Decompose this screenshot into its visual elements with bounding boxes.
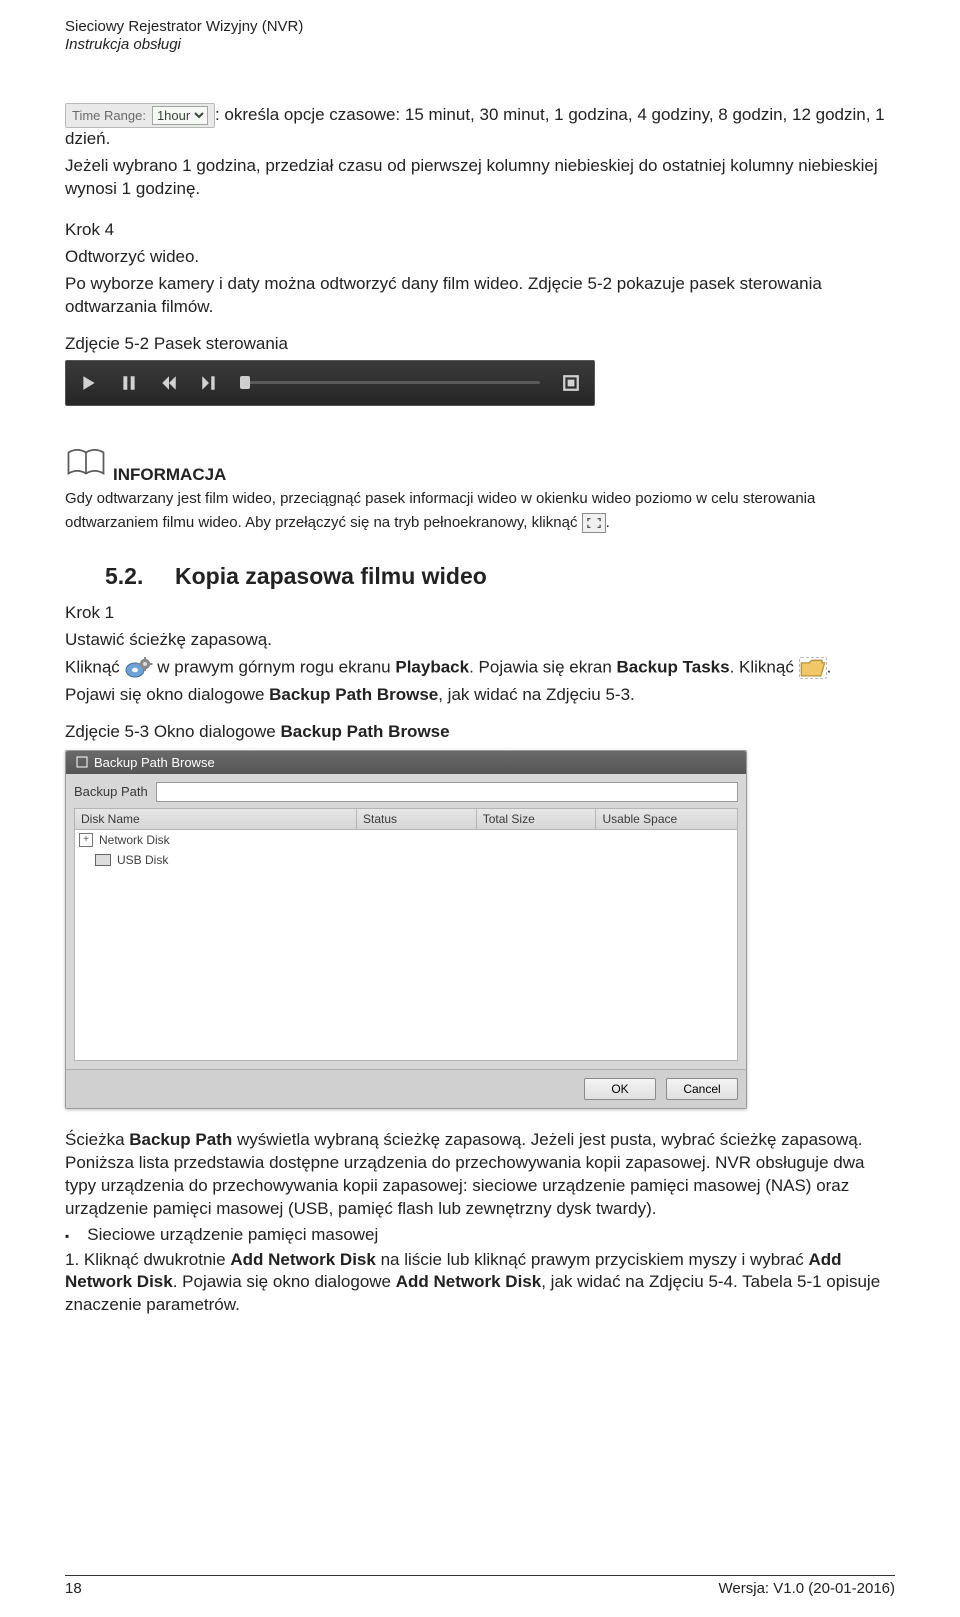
backup-gear-icon[interactable] bbox=[125, 656, 153, 680]
cancel-button[interactable]: Cancel bbox=[666, 1078, 738, 1100]
fullscreen-toggle-icon[interactable] bbox=[562, 374, 580, 392]
backup-path-label: Backup Path bbox=[74, 784, 148, 799]
disk-list: + Network Disk USB Disk bbox=[74, 830, 738, 1061]
step1-line-b: Kliknąć w prawym górnym rogu ekranu Play… bbox=[65, 656, 895, 680]
dialog-title-icon bbox=[76, 756, 88, 768]
folder-open-icon[interactable] bbox=[799, 657, 827, 679]
time-range-label: Time Range: bbox=[72, 107, 146, 125]
step1-line-c: Pojawi się okno dialogowe Backup Path Br… bbox=[65, 684, 895, 707]
bullet-nas: Sieciowe urządzenie pamięci masowej bbox=[65, 1225, 895, 1245]
info-line2: odtwarzaniem filmu wideo. Aby przełączyć… bbox=[65, 513, 895, 533]
time-options-paragraph: Time Range: 1hour : określa opcje czasow… bbox=[65, 103, 895, 151]
pause-icon[interactable] bbox=[120, 374, 138, 392]
step4-line-b: Po wyborze kamery i daty można odtworzyć… bbox=[65, 273, 895, 319]
step4-label: Krok 4 bbox=[65, 219, 895, 242]
version-string: Wersja: V1.0 (20-01-2016) bbox=[719, 1580, 895, 1597]
doc-header-title: Sieciowy Rejestrator Wizyjny (NVR) bbox=[65, 18, 895, 36]
dialog-titlebar: Backup Path Browse bbox=[66, 751, 746, 774]
col-status[interactable]: Status bbox=[357, 808, 477, 830]
backup-path-browse-dialog: Backup Path Browse Backup Path Disk Name… bbox=[65, 750, 747, 1109]
section-5-2-heading: 5.2.Kopia zapasowa filmu wideo bbox=[105, 563, 895, 590]
playback-control-bar bbox=[65, 360, 595, 406]
after-dialog-paragraph: Ścieżka Backup Path wyświetla wybraną śc… bbox=[65, 1129, 895, 1221]
backup-path-input[interactable] bbox=[156, 782, 738, 802]
step1-label: Krok 1 bbox=[65, 602, 895, 625]
usb-disk-icon bbox=[95, 854, 111, 866]
time-range-widget[interactable]: Time Range: 1hour bbox=[65, 103, 215, 128]
step-back-icon[interactable] bbox=[160, 374, 178, 392]
figure-5-3-caption: Zdjęcie 5-3 Okno dialogowe Backup Path B… bbox=[65, 721, 895, 744]
col-disk-name[interactable]: Disk Name bbox=[74, 808, 357, 830]
book-icon bbox=[65, 446, 107, 485]
volume-slider[interactable] bbox=[240, 381, 540, 384]
time-options-text-b: Jeżeli wybrano 1 godzina, przedział czas… bbox=[65, 155, 895, 201]
fullscreen-icon[interactable] bbox=[582, 513, 606, 533]
col-total-size[interactable]: Total Size bbox=[477, 808, 597, 830]
info-heading: INFORMACJA bbox=[113, 465, 226, 485]
step1-line-a: Ustawić ścieżkę zapasową. bbox=[65, 629, 895, 652]
numbered-step-1: 1. Kliknąć dwukrotnie Add Network Disk n… bbox=[65, 1249, 895, 1318]
ok-button[interactable]: OK bbox=[584, 1078, 656, 1100]
page-number: 18 bbox=[65, 1580, 82, 1597]
expander-icon[interactable]: + bbox=[79, 833, 93, 847]
list-item[interactable]: USB Disk bbox=[75, 850, 737, 870]
doc-header-subtitle: Instrukcja obsługi bbox=[65, 36, 895, 53]
step-forward-icon[interactable] bbox=[200, 374, 218, 392]
list-item[interactable]: + Network Disk bbox=[75, 830, 737, 850]
info-line1: Gdy odtwarzany jest film wideo, przeciąg… bbox=[65, 489, 895, 509]
play-icon[interactable] bbox=[80, 374, 98, 392]
col-usable-space[interactable]: Usable Space bbox=[596, 808, 738, 830]
dialog-title-text: Backup Path Browse bbox=[94, 755, 215, 770]
step4-line-a: Odtworzyć wideo. bbox=[65, 246, 895, 269]
disk-table-header: Disk Name Status Total Size Usable Space bbox=[74, 808, 738, 830]
time-range-select[interactable]: 1hour bbox=[152, 106, 208, 125]
figure-5-2-caption: Zdjęcie 5-2 Pasek sterowania bbox=[65, 333, 895, 356]
